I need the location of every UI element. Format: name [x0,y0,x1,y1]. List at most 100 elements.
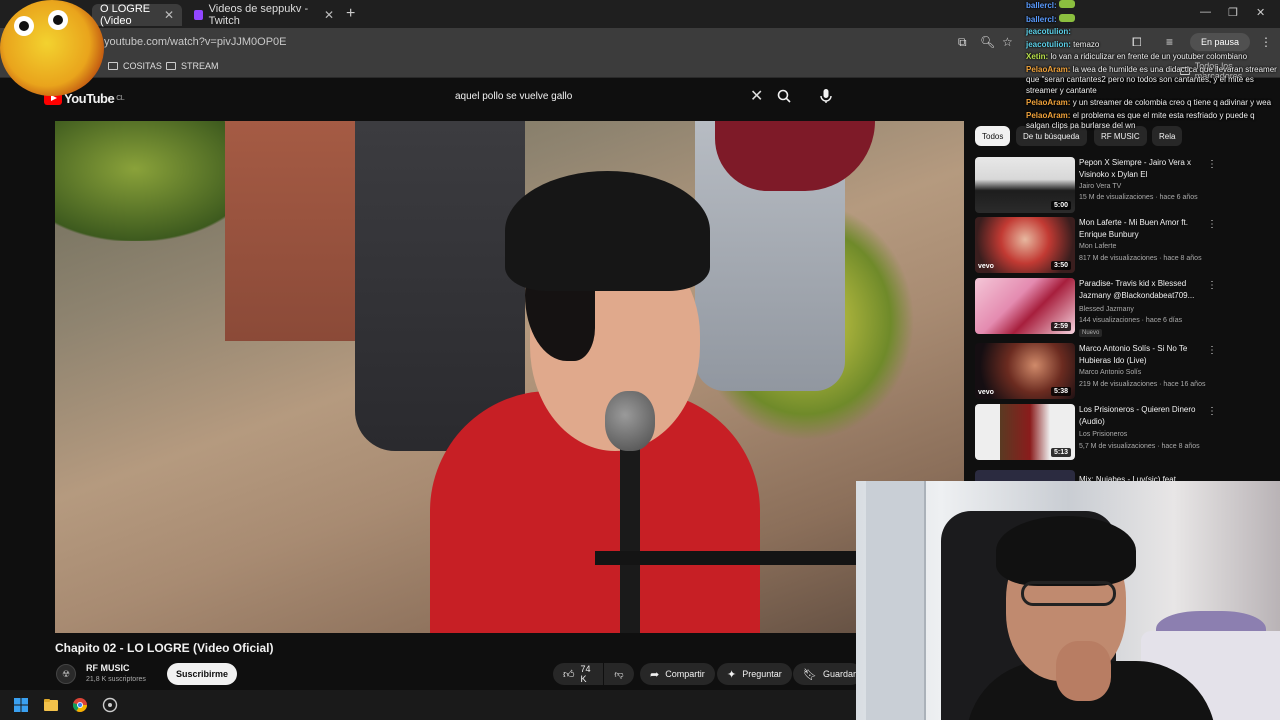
video-title[interactable]: Los Prisioneros - Quieren Dinero (Audio) [1079,404,1204,428]
file-explorer-icon[interactable] [43,697,59,713]
channel-name[interactable]: Los Prisioneros [1079,431,1127,438]
chat-username: ballercl: [1026,14,1057,24]
ask-button[interactable]: ✦ Preguntar [717,663,792,685]
chat-message: PelaoAram: el problema es que el mite es… [1026,111,1280,132]
chip-all[interactable]: Todos [975,126,1011,146]
zoom-icon[interactable]: 🔍︎ [980,35,995,49]
recommendation-item[interactable]: vevo 5:38 Marco Antonio Solís - Si No Te… [975,343,1265,401]
close-icon[interactable]: ✕ [164,8,174,22]
clear-search-icon[interactable]: ✕ [750,86,763,106]
star-icon[interactable]: ☆ [1002,35,1013,49]
chat-message: PelaoAram: y un streamer de colombia cre… [1026,98,1280,109]
bookmark-cositas[interactable]: COSITAS [108,61,162,71]
video-duration: 3:50 [1050,261,1071,270]
recommendation-item[interactable]: 5:13 Los Prisioneros - Quieren Dinero (A… [975,404,1265,462]
chat-message: ballercl: [1026,13,1280,26]
twitch-icon [194,10,203,20]
subscriber-count: 21,8 K suscriptores [86,676,146,683]
microphone-icon[interactable] [816,86,836,106]
like-button[interactable]: 👍︎ 74 K [553,663,603,685]
vevo-logo: vevo [978,263,994,270]
video-title[interactable]: Pepon X Siempre - Jairo Vera x Visinoko … [1079,157,1204,181]
share-label: Compartir [665,669,705,679]
chrome-icon[interactable] [72,697,88,713]
chat-text: temazo [1073,39,1100,49]
recommendation-item[interactable]: 2:59 Paradise- Travis kid x Blessed Jazm… [975,278,1265,337]
channel-name[interactable]: RF MUSIC [86,663,130,673]
video-thumbnail[interactable]: vevo 3:50 [975,217,1075,273]
video-thumbnail[interactable]: vevo 5:38 [975,343,1075,399]
video-thumbnail[interactable]: 5:13 [975,404,1075,460]
windows-taskbar [0,690,856,720]
vevo-logo: vevo [978,389,994,396]
bookmark-icon: 🔖︎ [803,668,817,681]
channel-name[interactable]: Marco Antonio Solís [1079,369,1141,376]
install-icon[interactable]: ⧉ [958,35,967,50]
webcam-person-hand [1056,641,1111,701]
share-icon: ➦ [650,668,660,681]
more-options-icon[interactable]: ⋮ [1207,406,1217,417]
channel-avatar[interactable]: ☢ [56,664,76,684]
more-options-icon[interactable]: ⋮ [1207,345,1217,356]
video-thumbnail[interactable]: 5:00 [975,157,1075,213]
bookmark-stream[interactable]: STREAM [166,61,219,71]
video-meta: 144 visualizaciones · hace 6 días [1079,317,1183,324]
chat-username: ballercl: [1026,1,1057,10]
chat-message: ballercl: [1026,0,1280,12]
video-thumbnail[interactable]: 2:59 [975,278,1075,334]
chat-username: Xetin: [1026,52,1049,61]
video-duration: 2:59 [1050,322,1071,331]
video-meta: 5,7 M de visualizaciones · hace 8 años [1079,443,1200,450]
more-options-icon[interactable]: ⋮ [1207,280,1217,291]
chat-message: jeacotulion: temazo [1026,40,1280,51]
thumbs-down-icon: 👎︎ [614,668,624,679]
sparkle-icon: ✦ [727,668,737,681]
tab-label: Videos de seppukv - Twitch [208,3,309,27]
folder-icon [166,62,176,70]
channel-name[interactable]: Jairo Vera TV [1079,183,1121,190]
chat-username: PelaoAram: [1026,98,1071,107]
more-options-icon[interactable]: ⋮ [1207,159,1217,170]
chat-username: PelaoAram: [1026,64,1071,74]
chat-text: lo van a ridiculizar en frente de un you… [1050,52,1248,61]
bookmark-label: COSITAS [123,61,162,71]
video-player[interactable] [55,121,964,633]
chat-message: jeacotulion: [1026,27,1280,38]
chat-username: PelaoAram: [1026,110,1071,120]
video-title[interactable]: Marco Antonio Solís - Si No Te Hubieras … [1079,343,1204,367]
new-tab-button[interactable]: + [346,5,355,23]
video-title[interactable]: Paradise- Travis kid x Blessed Jazmany @… [1079,278,1204,302]
url-field[interactable]: youtube.com/watch?v=pivJJM0OP0E [104,36,287,48]
new-badge: Nuevo [1079,329,1103,337]
recommendation-item[interactable]: 5:00 Pepon X Siempre - Jairo Vera x Visi… [975,157,1265,215]
frog-eye [48,10,68,30]
emote-icon [1058,0,1075,8]
webcam-glasses [1021,581,1116,606]
more-options-icon[interactable]: ⋮ [1207,219,1217,230]
video-duration: 5:38 [1050,387,1071,396]
tab-youtube[interactable]: O LOGRE (Video ✕ [92,3,182,27]
tab-label: O LOGRE (Video [100,3,151,27]
video-meta: 817 M de visualizaciones · hace 8 años [1079,255,1202,262]
save-label: Guardar [822,669,856,679]
search-input[interactable]: aquel pollo se vuelve gallo [446,86,772,108]
chat-message: Xetin: lo van a ridiculizar en frente de… [1026,52,1280,63]
video-title[interactable]: Mon Laferte - Mi Buen Amor ft. Enrique B… [1079,217,1204,241]
obs-icon[interactable] [102,697,118,713]
thumbs-up-icon: 👍︎ [563,668,575,681]
tab-twitch[interactable]: Videos de seppukv - Twitch ✕ [186,3,342,27]
windows-start-icon[interactable] [13,697,29,713]
bookmark-label: STREAM [181,61,219,71]
search-icon[interactable] [777,89,791,103]
channel-name[interactable]: Mon Laferte [1079,243,1116,250]
share-button[interactable]: ➦ Compartir [640,663,715,685]
subscribe-button[interactable]: Suscribirme [167,663,238,685]
dislike-button[interactable]: 👎︎ [604,663,634,685]
recommendation-item[interactable]: vevo 3:50 Mon Laferte - Mi Buen Amor ft.… [975,217,1265,275]
stream-chat-overlay: ballercl: ballercl: jeacotulion: jeacotu… [1026,0,1280,134]
save-button[interactable]: 🔖︎ Guardar [793,663,862,685]
close-icon[interactable]: ✕ [324,8,334,22]
logo-text: YouTube [64,91,115,106]
channel-name[interactable]: Blessed Jazmany [1079,306,1134,313]
webcam-door [866,481,926,720]
